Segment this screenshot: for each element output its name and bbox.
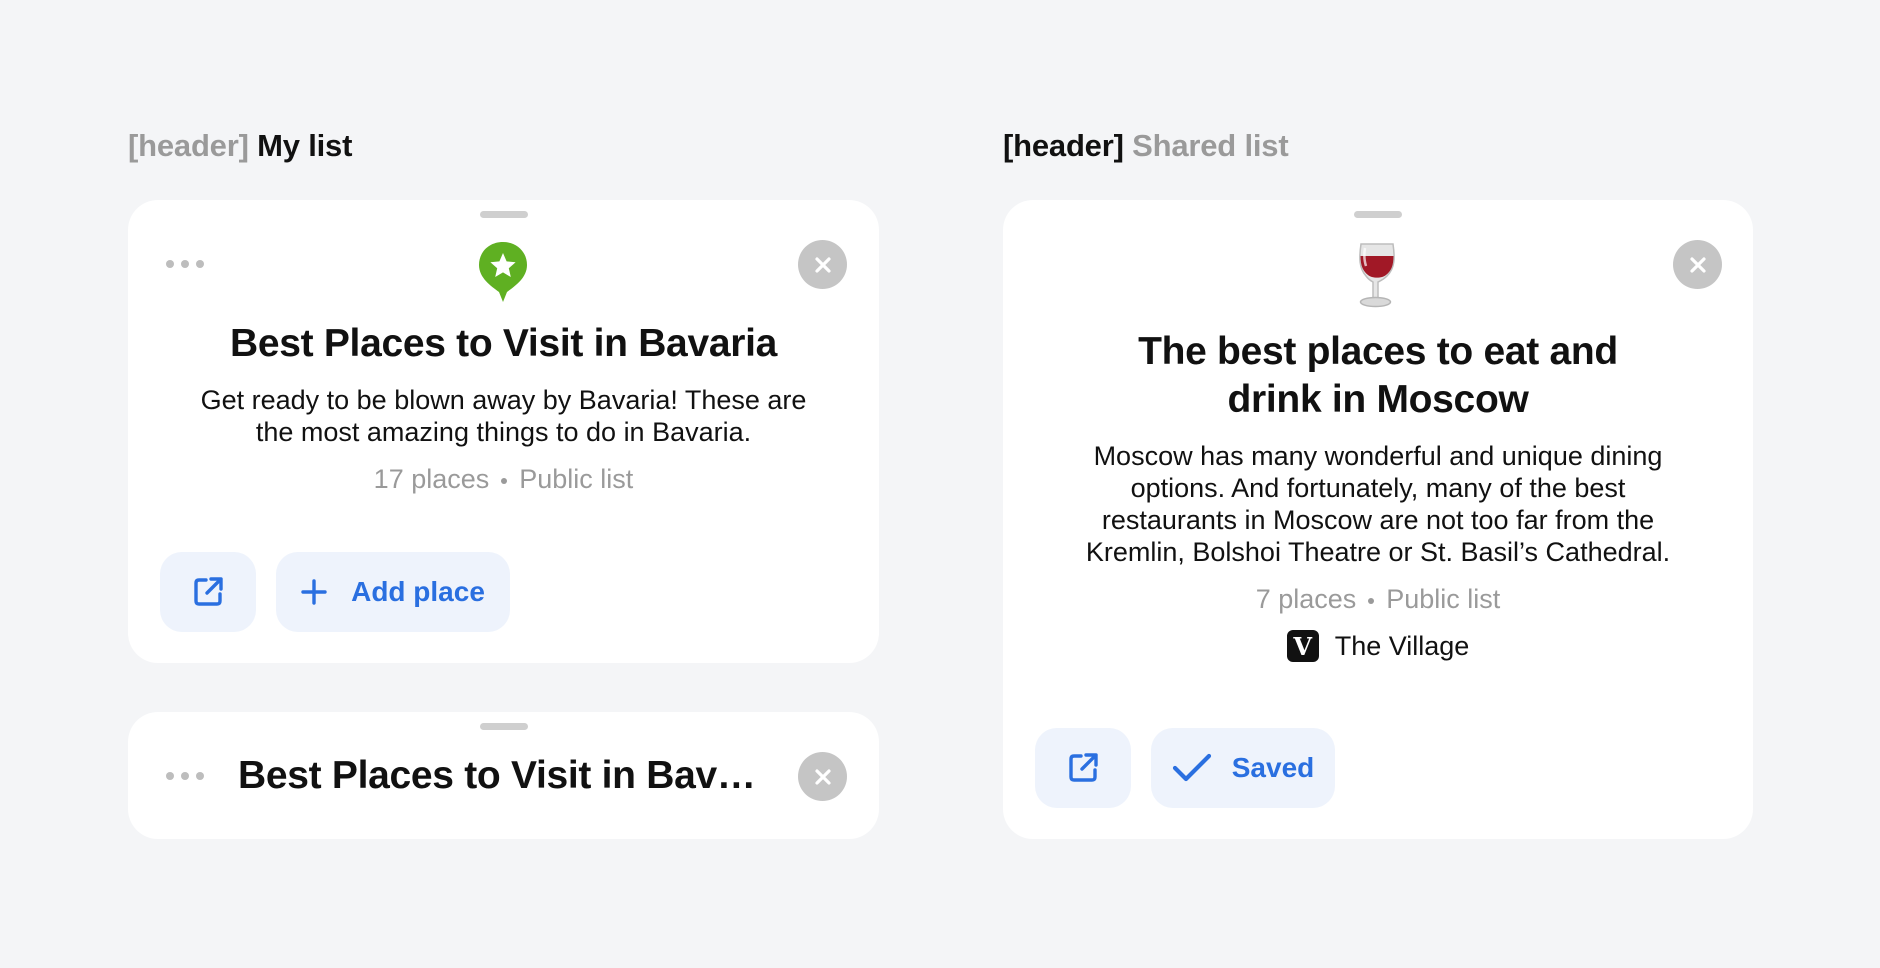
visibility-label: Public list — [1386, 584, 1501, 614]
drag-handle[interactable] — [479, 211, 528, 218]
share-button[interactable] — [1035, 728, 1131, 808]
close-button[interactable] — [798, 240, 847, 289]
saved-button[interactable]: Saved — [1151, 728, 1335, 808]
list-title-line-1: The best places to eat and — [1138, 330, 1618, 373]
list-title: The best places to eat and drink in Mosc… — [1003, 328, 1753, 424]
list-title: Best Places to Visit in Bavaria — [229, 322, 778, 365]
close-icon — [814, 768, 831, 785]
separator-dot — [1368, 597, 1375, 604]
header-bracket: [header] — [1003, 128, 1124, 163]
share-icon — [194, 577, 223, 606]
close-icon — [814, 256, 831, 273]
list-meta: 7 places Public list — [1003, 584, 1753, 615]
separator-dot — [501, 477, 508, 484]
drag-handle[interactable] — [479, 723, 528, 730]
header-bracket: [header] — [128, 128, 249, 163]
more-menu-icon[interactable] — [166, 772, 204, 780]
saved-label: Saved — [1231, 752, 1315, 783]
share-icon — [1069, 753, 1098, 782]
source-attribution[interactable]: V The Village — [1003, 630, 1753, 662]
shared-list-card: The best places to eat and drink in Mosc… — [1003, 200, 1753, 839]
green-star-pin-icon — [477, 240, 529, 304]
wine-glass-icon — [1351, 240, 1403, 310]
close-button[interactable] — [798, 752, 847, 801]
add-place-button[interactable]: Add place — [276, 552, 510, 632]
header-label: Shared list — [1132, 128, 1289, 163]
add-place-label: Add place — [351, 576, 485, 607]
plus-icon — [301, 579, 327, 605]
checkmark-icon — [1172, 753, 1211, 782]
places-count: 7 places — [1255, 584, 1357, 614]
close-icon — [1689, 256, 1706, 273]
list-title-truncated: Best Places to Visit in Bava... — [238, 754, 769, 797]
more-menu-icon[interactable] — [166, 260, 204, 268]
my-list-header: [header] My list — [128, 128, 352, 164]
shared-list-header: [header] Shared list — [1003, 128, 1289, 164]
the-village-logo-icon: V — [1286, 630, 1319, 662]
header-label: My list — [257, 128, 353, 163]
visibility-label: Public list — [519, 464, 634, 494]
my-list-card: Best Places to Visit in Bavaria Get read… — [128, 200, 879, 663]
list-description: Moscow has many wonderful and unique din… — [1085, 441, 1671, 567]
list-meta: 17 places Public list — [128, 464, 879, 495]
drag-handle[interactable] — [1354, 211, 1402, 218]
list-description: Get ready to be blown away by Bavaria! T… — [200, 385, 807, 447]
my-list-collapsed-card: Best Places to Visit in Bava... — [128, 712, 879, 839]
close-button[interactable] — [1673, 240, 1722, 289]
share-button[interactable] — [160, 552, 256, 632]
source-name: The Village — [1334, 630, 1470, 661]
list-title-line-2: drink in Moscow — [1227, 378, 1529, 421]
places-count: 17 places — [373, 464, 490, 494]
